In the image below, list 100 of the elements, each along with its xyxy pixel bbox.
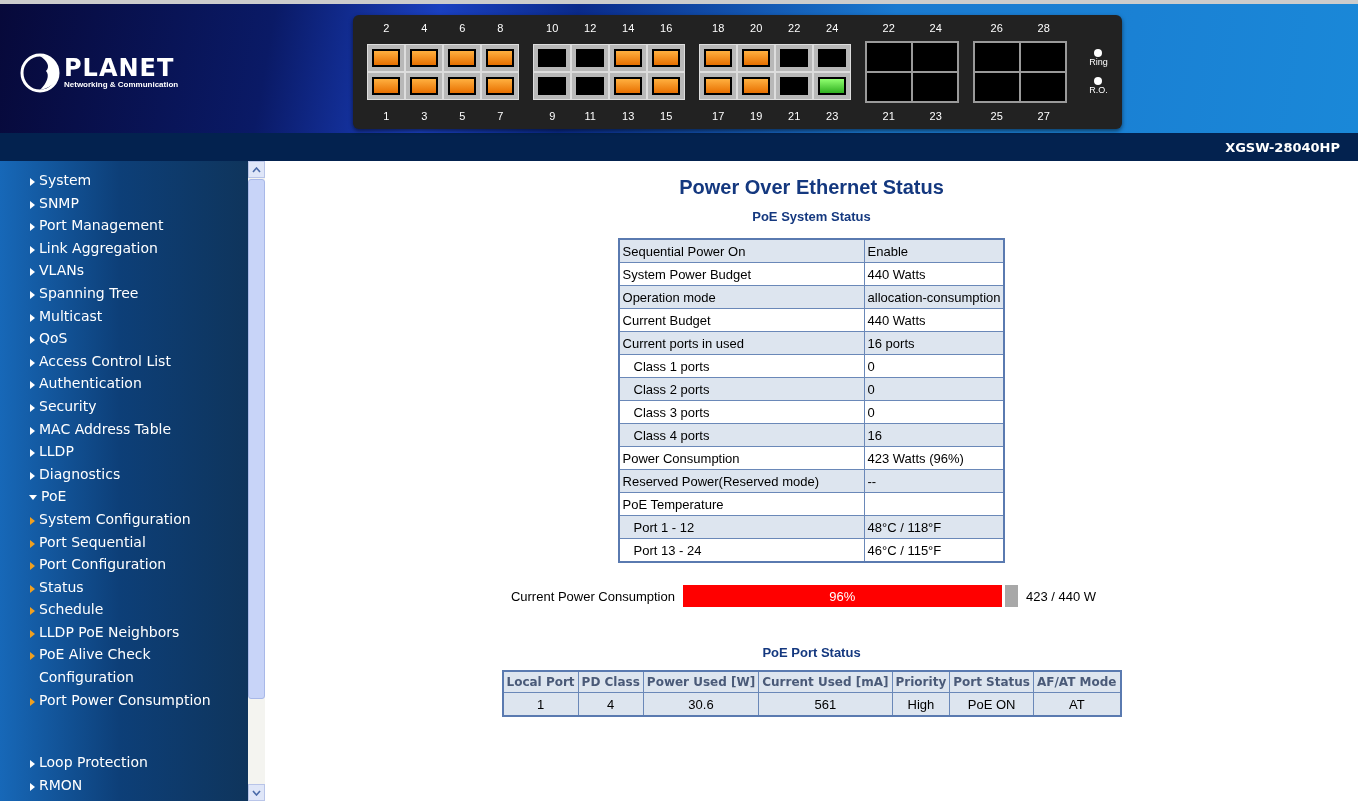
ethernet-port-icon[interactable] — [775, 71, 814, 100]
consumption-reading: 423 / 440 W — [1025, 588, 1097, 604]
sidebar-item[interactable]: Security — [0, 394, 248, 418]
ethernet-port-icon[interactable] — [609, 71, 648, 100]
sidebar-subitem[interactable]: LLDP PoE Neighbors — [0, 620, 248, 644]
sidebar-subitem[interactable]: Schedule — [0, 598, 248, 621]
column-header: Current Used [mA] — [758, 671, 893, 693]
ethernet-port-icon[interactable] — [571, 71, 610, 100]
sidebar-subitem[interactable]: System Configuration — [0, 507, 248, 531]
ethernet-port-icon[interactable] — [737, 71, 776, 100]
caret-right-icon — [28, 470, 36, 481]
sidebar-subitem[interactable]: Port Sequential — [0, 530, 248, 554]
ethernet-port-icon[interactable] — [647, 71, 686, 100]
table-cell: Class 3 ports — [618, 400, 864, 424]
sidebar-item[interactable]: SNMP — [0, 191, 248, 215]
sidebar-item[interactable]: Authentication — [0, 372, 248, 395]
table-cell: allocation-consumption — [864, 285, 1005, 309]
caret-right-icon — [28, 335, 36, 346]
sidebar-item[interactable]: QoS — [0, 327, 248, 350]
sidebar-item[interactable]: Spanning Tree — [0, 281, 248, 305]
table-cell: Class 1 ports — [618, 354, 864, 378]
port-number: 22 — [787, 20, 802, 36]
ethernet-port-icon[interactable] — [481, 71, 520, 100]
column-header: AF/AT Mode — [1033, 671, 1121, 693]
sfp-port-icon[interactable] — [975, 72, 1020, 101]
ethernet-port-icon[interactable] — [481, 43, 520, 72]
consumption-percent: 96% — [829, 588, 856, 604]
caret-right-icon — [28, 538, 36, 549]
caret-right-icon — [28, 244, 36, 255]
ethernet-port-icon[interactable] — [405, 43, 444, 72]
sidebar-item[interactable]: Access Control List — [0, 349, 248, 373]
table-cell: System Power Budget — [618, 262, 864, 286]
sidebar-subitem[interactable]: Port Power Consumption — [0, 688, 248, 712]
port-number: 23 — [825, 108, 840, 124]
sidebar-subitem[interactable]: Status — [0, 575, 248, 599]
ethernet-port-icon[interactable] — [609, 43, 648, 72]
table-cell: 48°C / 118°F — [864, 515, 1005, 539]
caret-right-icon — [28, 759, 36, 770]
port-number: 10 — [545, 20, 560, 36]
sidebar-item[interactable]: VLANs — [0, 259, 248, 282]
table-cell: Enable — [864, 239, 1005, 263]
sidebar-item[interactable]: MAC Address Table — [0, 417, 248, 441]
scroll-down-button[interactable] — [248, 784, 265, 801]
sfp-port-icon[interactable] — [1021, 72, 1066, 101]
ethernet-port-icon[interactable] — [699, 43, 738, 72]
scroll-up-button[interactable] — [248, 161, 265, 178]
sfp-port-icon[interactable] — [867, 72, 912, 101]
caret-right-icon — [28, 199, 36, 210]
scrollbar[interactable] — [248, 161, 265, 801]
ethernet-port-icon[interactable] — [571, 43, 610, 72]
ethernet-port-icon[interactable] — [699, 71, 738, 100]
ethernet-port-icon[interactable] — [405, 71, 444, 100]
ethernet-port-icon[interactable] — [443, 71, 482, 100]
sidebar-subitem[interactable]: PoE Alive Check Configuration — [0, 643, 248, 689]
sfp-port-icon[interactable] — [913, 72, 958, 101]
sidebar-item[interactable]: RMON — [0, 773, 248, 797]
column-header: Local Port — [502, 671, 579, 693]
column-header: Power Used [W] — [643, 671, 759, 693]
sfp-port-icon[interactable] — [975, 42, 1020, 71]
ethernet-port-icon[interactable] — [737, 43, 776, 72]
ethernet-port-icon[interactable] — [813, 71, 852, 100]
port-number: 11 — [583, 108, 597, 124]
sfp-port-icon[interactable] — [867, 42, 912, 71]
table-cell: 0 — [864, 377, 1005, 401]
table-cell: PoE Temperature — [618, 492, 864, 516]
sidebar-item[interactable]: PoE — [0, 485, 248, 508]
port-number: 7 — [496, 108, 505, 124]
port-number: 8 — [496, 20, 505, 36]
table-cell: Port 1 - 12 — [618, 515, 864, 539]
brand-tagline: Networking & Communication — [64, 80, 179, 89]
sidebar-item[interactable]: LLDP — [0, 440, 248, 463]
port-number: 27 — [1036, 108, 1051, 124]
port-number: 23 — [928, 108, 943, 124]
ethernet-port-icon[interactable] — [367, 43, 406, 72]
sidebar-subitem[interactable]: Port Configuration — [0, 553, 248, 576]
scroll-thumb[interactable] — [248, 179, 265, 699]
table-cell: Reserved Power(Reserved mode) — [618, 469, 864, 493]
table-cell: Class 4 ports — [618, 423, 864, 447]
sidebar-item[interactable]: Loop Protection — [0, 751, 248, 774]
sidebar-item[interactable]: System — [0, 169, 248, 192]
port-number: 25 — [989, 108, 1004, 124]
sidebar-item[interactable]: Diagnostics — [0, 462, 248, 486]
table-cell: 16 — [864, 423, 1005, 447]
ethernet-port-icon[interactable] — [533, 71, 572, 100]
sidebar-item[interactable]: Port Management — [0, 214, 248, 237]
sfp-port-icon[interactable] — [1021, 42, 1066, 71]
sfp-port-icon[interactable] — [913, 42, 958, 71]
table-cell: 30.6 — [643, 692, 759, 716]
ethernet-port-icon[interactable] — [813, 43, 852, 72]
model-name: XGSW-28040HP — [1225, 139, 1340, 155]
caret-right-icon — [28, 380, 36, 391]
caret-right-icon — [28, 312, 36, 323]
sidebar-item[interactable]: Link Aggregation — [0, 236, 248, 260]
sidebar-item[interactable]: Multicast — [0, 304, 248, 328]
ethernet-port-icon[interactable] — [443, 43, 482, 72]
ethernet-port-icon[interactable] — [775, 43, 814, 72]
ethernet-port-icon[interactable] — [647, 43, 686, 72]
ethernet-port-icon[interactable] — [367, 71, 406, 100]
ethernet-port-icon[interactable] — [533, 43, 572, 72]
brand-name: PLANET — [64, 56, 176, 80]
